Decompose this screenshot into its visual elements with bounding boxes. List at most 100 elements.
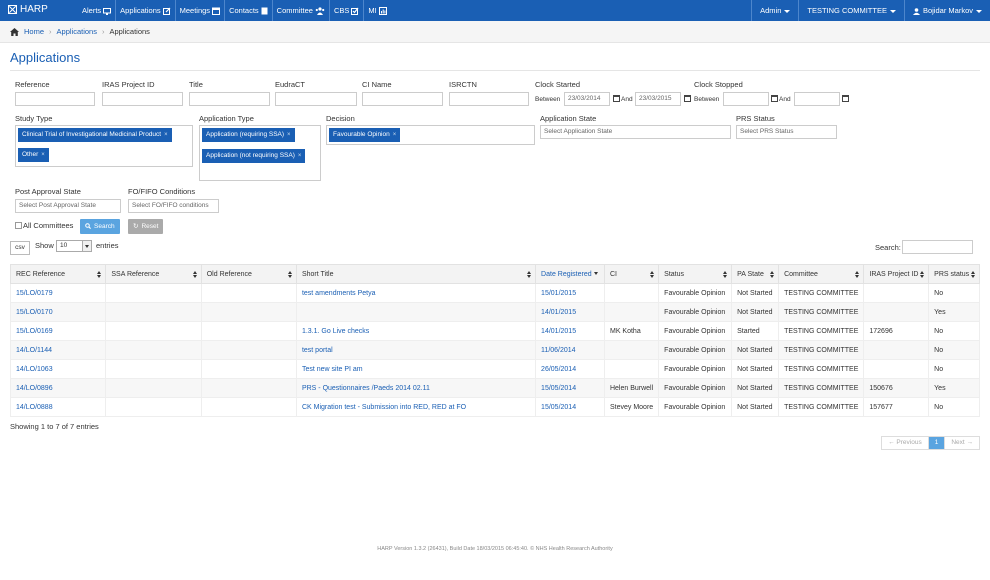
clock-stopped-to-input[interactable] [794,92,840,106]
remove-icon[interactable]: × [393,132,397,138]
clock-started-from-input[interactable]: 23/03/2014 [564,92,610,106]
calendar-icon[interactable] [684,95,691,102]
table-row: 14/LO/0888 CK Migration test - Submissio… [9,397,980,417]
all-committees-checkbox[interactable] [15,222,22,229]
previous-page-button[interactable]: ← Previous [882,437,928,449]
ci-name-input[interactable] [362,92,443,106]
csv-button[interactable]: csv [10,241,30,255]
post-approval-select[interactable]: Select Post Approval State [15,199,121,213]
calendar-icon[interactable] [613,95,620,102]
col-pa-state[interactable]: PA State [731,264,780,284]
rec-reference-link[interactable]: 15/LO/0170 [9,302,107,322]
col-rec-reference[interactable]: REC Reference [9,264,107,284]
calendar-icon[interactable] [771,95,778,102]
nav-cbs[interactable]: CBS [328,0,363,21]
calendar-icon[interactable] [842,95,849,102]
short-title-link[interactable] [295,302,537,322]
decision-select[interactable]: Favourable Opinion × [326,125,535,145]
col-status[interactable]: Status [658,264,733,284]
rec-reference-link[interactable]: 14/LO/1144 [9,340,107,360]
title-input[interactable] [189,92,270,106]
col-old-reference[interactable]: Old Reference [200,264,297,284]
rec-reference-link[interactable]: 14/LO/0896 [9,378,107,398]
remove-icon[interactable]: × [164,132,168,138]
short-title-link[interactable]: test amendments Petya [295,283,537,303]
pa-state-cell: Not Started [731,378,780,398]
application-state-select[interactable]: Select Application State [540,125,731,139]
col-ci[interactable]: CI [603,264,660,284]
old-reference-cell [200,397,297,417]
reference-input[interactable] [15,92,95,106]
date-registered-link[interactable]: 15/05/2014 [535,378,605,398]
rec-reference-link[interactable]: 15/LO/0179 [9,283,107,303]
date-registered-link[interactable]: 15/01/2015 [535,283,605,303]
rec-reference-link[interactable]: 14/LO/0888 [9,397,107,417]
rec-reference-link[interactable]: 15/LO/0169 [9,321,107,341]
decision-tag[interactable]: Favourable Opinion × [329,128,401,142]
short-title-link[interactable]: 1.3.1. Go Live checks [295,321,537,341]
short-title-link[interactable]: Test new site PI am [295,359,537,379]
date-registered-link[interactable]: 14/01/2015 [535,302,605,322]
short-title-link[interactable]: PRS - Questionnaires /Paeds 2014 02.11 [295,378,537,398]
prs-status-cell: Yes [928,302,980,322]
application-type-tag[interactable]: Application (requiring SSA) × [202,128,295,142]
col-committee[interactable]: Committee [778,264,865,284]
application-type-select[interactable]: Application (requiring SSA) × Application… [199,125,321,181]
top-navbar: HARP Alerts Applications Meetings Contac… [0,0,990,21]
breadcrumb-applications[interactable]: Applications [57,27,97,36]
study-type-select[interactable]: Clinical Trial of Investigational Medici… [15,125,193,167]
undo-icon: ↻ [133,223,139,230]
nav-applications[interactable]: Applications [115,0,174,21]
short-title-link[interactable]: test portal [295,340,537,360]
reset-button[interactable]: ↻ Reset [128,219,164,234]
harp-logo[interactable]: HARP [8,4,48,15]
breadcrumb-home[interactable]: Home [24,27,44,36]
next-page-button[interactable]: Next → [944,437,979,449]
table-search-input[interactable] [902,240,973,254]
date-registered-link[interactable]: 15/05/2014 [535,397,605,417]
sort-icon [192,271,197,279]
old-reference-cell [200,302,297,322]
nav-committee[interactable]: Committee [271,0,329,21]
date-registered-link[interactable]: 11/06/2014 [535,340,605,360]
clock-stopped-from-input[interactable] [723,92,769,106]
committee-dropdown[interactable]: TESTING COMMITTEE [798,0,904,21]
col-iras-project-id[interactable]: IRAS Project ID [863,264,930,284]
search-button[interactable]: Search [80,219,120,234]
table-header-row: REC Reference SSA Reference Old Referenc… [9,264,980,284]
short-title-link[interactable]: CK Migration test - Submission into RED,… [295,397,537,417]
isrctn-input[interactable] [449,92,529,106]
remove-icon[interactable]: × [298,153,302,159]
page-size-select[interactable]: 10 [56,240,92,252]
admin-dropdown[interactable]: Admin [751,0,798,21]
rec-reference-link[interactable]: 14/LO/1063 [9,359,107,379]
date-registered-link[interactable]: 14/01/2015 [535,321,605,341]
remove-icon[interactable]: × [41,152,45,158]
user-dropdown[interactable]: Bojidar Markov [903,0,990,21]
application-type-tag[interactable]: Application (not requiring SSA) × [202,149,306,163]
iras-input[interactable] [102,92,183,106]
col-date-registered[interactable]: Date Registered [535,264,605,284]
col-short-title[interactable]: Short Title [295,264,537,284]
users-icon [315,7,325,16]
page-1-button[interactable]: 1 [927,437,945,449]
remove-icon[interactable]: × [287,132,291,138]
edit-icon [162,7,171,16]
clock-started-to-input[interactable]: 23/03/2015 [635,92,681,106]
study-type-tag[interactable]: Clinical Trial of Investigational Medici… [18,128,172,142]
nav-alerts[interactable]: Alerts [78,0,115,21]
home-icon[interactable] [10,27,19,36]
col-ssa-reference[interactable]: SSA Reference [105,264,202,284]
iras-project-id-cell [863,302,930,322]
nav-contacts[interactable]: Contacts [224,0,272,21]
nav-mi[interactable]: MI [363,0,390,21]
prs-status-select[interactable]: Select PRS Status [736,125,837,139]
prs-status-label: PRS Status [736,114,775,123]
col-prs-status[interactable]: PRS status [928,264,980,284]
study-type-tag[interactable]: Other × [18,148,49,162]
committee-cell: TESTING COMMITTEE [778,302,865,322]
nav-meetings[interactable]: Meetings [174,0,224,21]
eudract-input[interactable] [275,92,357,106]
fo-fifo-select[interactable]: Select FO/FIFO conditions [128,199,219,213]
date-registered-link[interactable]: 26/05/2014 [535,359,605,379]
